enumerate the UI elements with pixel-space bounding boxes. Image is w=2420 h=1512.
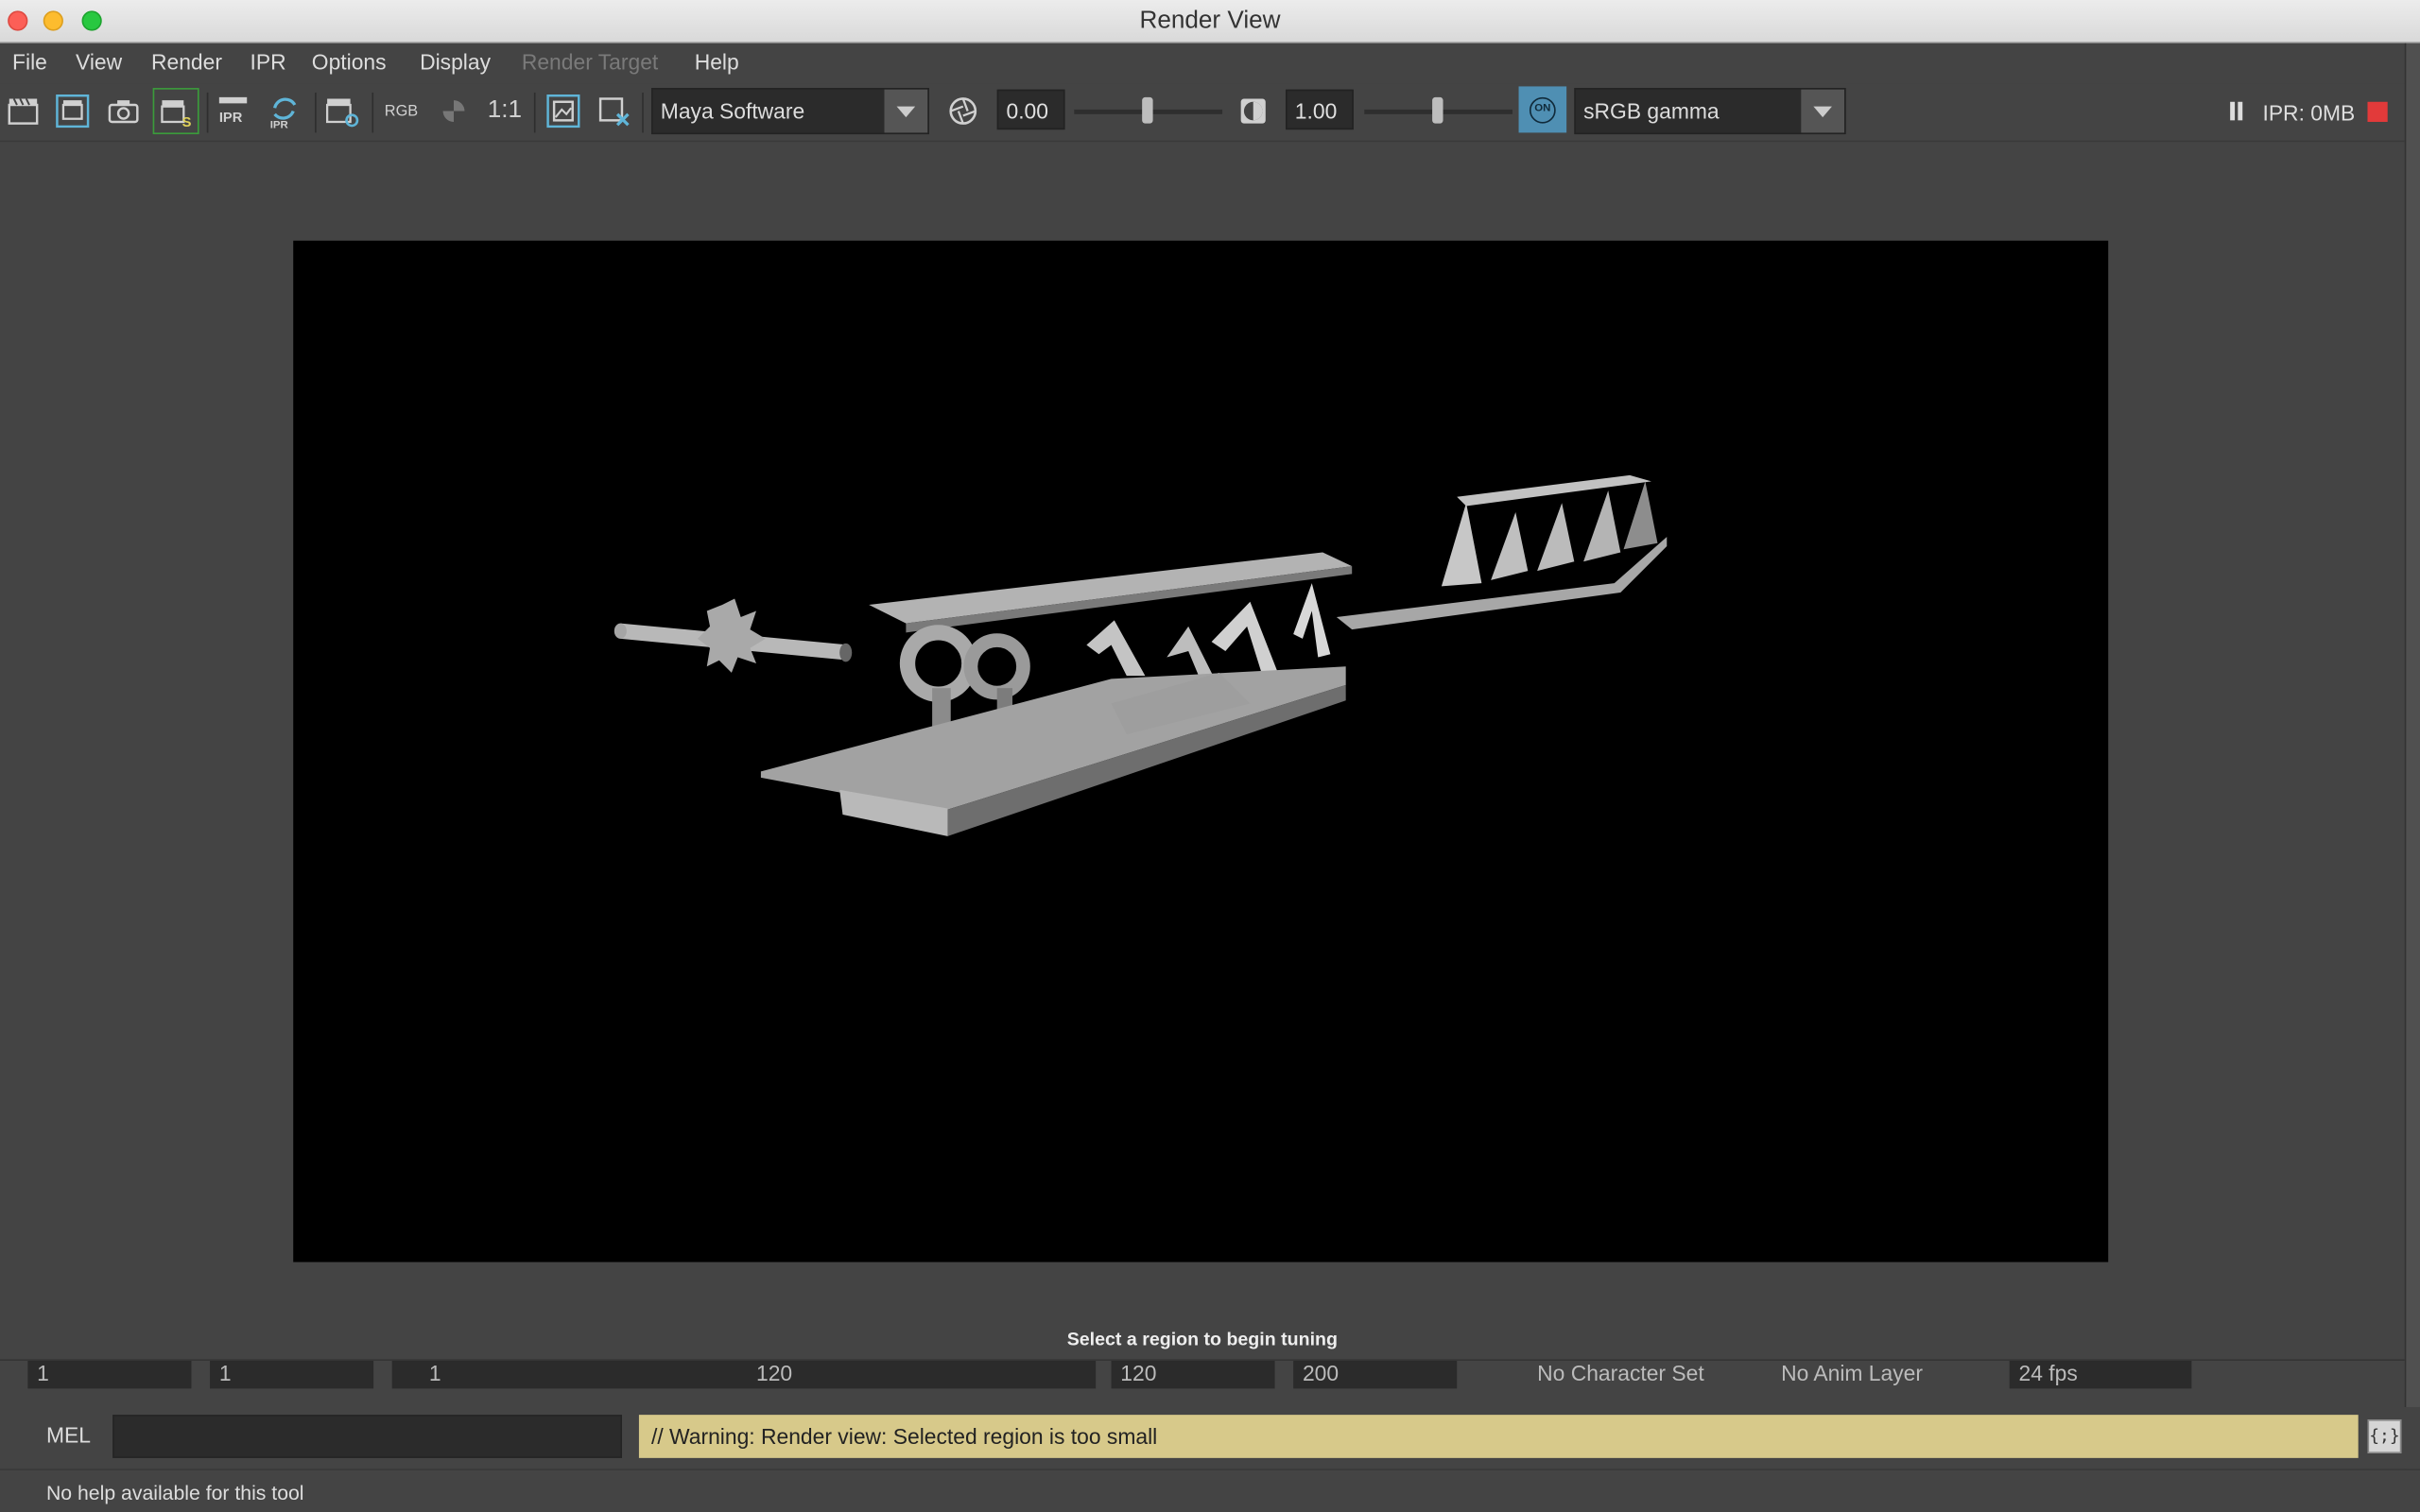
anim-end-field[interactable]: 200 <box>1293 1360 1458 1389</box>
gamma-slider-handle[interactable] <box>1432 96 1443 124</box>
toolbar-separator <box>372 92 374 133</box>
exposure-slider-handle[interactable] <box>1142 96 1153 124</box>
toolbar-separator <box>206 92 209 133</box>
toolbar-separator <box>533 92 536 133</box>
anim-layer-selector[interactable]: No Anim Layer <box>1781 1361 1923 1385</box>
chevron-down-icon[interactable] <box>1801 89 1845 133</box>
range-end-label: 120 <box>755 1360 793 1386</box>
alpha-channel-icon[interactable] <box>435 93 472 129</box>
menu-display[interactable]: Display <box>420 49 491 74</box>
toolbar-separator <box>642 92 644 133</box>
menu-render[interactable]: Render <box>151 49 222 74</box>
exposure-icon[interactable] <box>944 93 981 129</box>
start-time-field[interactable]: 1 <box>27 1360 192 1389</box>
render-settings-icon[interactable] <box>324 93 361 129</box>
gamma-icon[interactable] <box>1235 93 1271 129</box>
chevron-down-icon[interactable] <box>884 89 928 133</box>
menu-ipr[interactable]: IPR <box>250 49 285 74</box>
menu-file[interactable]: File <box>12 49 47 74</box>
color-management-on-icon: ON <box>1529 96 1556 124</box>
svg-text:IPR: IPR <box>270 120 288 130</box>
render-viewport: Select a region to begin tuning <box>0 142 2405 1361</box>
help-text: No help available for this tool <box>45 1481 304 1504</box>
remove-image-icon[interactable] <box>596 93 632 129</box>
command-result-warning: // Warning: Render view: Selected region… <box>638 1415 2359 1458</box>
time-range-row: 1 1 1 120 120 200 No Character Set No An… <box>0 1359 2405 1394</box>
gamma-field[interactable]: 1.00 <box>1285 89 1354 130</box>
menu-render-target[interactable]: Render Target <box>522 49 658 74</box>
ipr-render-icon[interactable]: IPR <box>215 93 251 129</box>
menu-bar: File View Render IPR Options Display Ren… <box>0 43 2405 84</box>
help-line: No help available for this tool <box>0 1469 2420 1512</box>
renderer-dropdown[interactable]: Maya Software <box>650 88 929 135</box>
current-time-field[interactable]: 1 <box>210 1360 374 1389</box>
real-size-button[interactable]: 1:1 <box>486 93 523 129</box>
pause-ipr-icon[interactable] <box>2229 101 2244 124</box>
range-slider[interactable]: 1 120 <box>391 1360 1097 1389</box>
svg-text:IPR: IPR <box>219 111 243 126</box>
view-transform-dropdown[interactable]: sRGB gamma <box>1574 88 1846 135</box>
end-time-field[interactable]: 120 <box>1111 1360 1275 1389</box>
fps-dropdown[interactable]: 24 fps <box>2009 1360 2192 1389</box>
redo-previous-render-icon[interactable] <box>5 93 42 129</box>
view-transform-value: sRGB gamma <box>1583 98 1720 124</box>
ipr-memory-label: IPR: 0MB <box>2262 100 2356 126</box>
svg-text:S: S <box>182 115 192 129</box>
viewport-hint: Select a region to begin tuning <box>1066 1328 1338 1350</box>
render-region-icon[interactable] <box>54 93 91 129</box>
renderer-value: Maya Software <box>660 98 805 124</box>
mel-language-toggle[interactable]: MEL <box>46 1422 91 1447</box>
stop-render-button[interactable] <box>2367 101 2388 122</box>
keep-image-icon[interactable] <box>544 93 581 129</box>
refresh-ipr-icon[interactable]: IPR <box>266 93 302 129</box>
menu-help[interactable]: Help <box>695 49 739 74</box>
exposure-field[interactable]: 0.00 <box>996 89 1065 130</box>
mel-command-input[interactable] <box>112 1415 622 1458</box>
toolbar-separator <box>315 92 317 133</box>
render-toolbar: S IPR IPR RGB 1:1 Maya Software 0.00 1.0… <box>0 83 2405 143</box>
command-line: MEL // Warning: Render view: Selected re… <box>0 1406 2420 1469</box>
title-bar: Render View <box>0 0 2420 43</box>
menu-view[interactable]: View <box>76 49 122 74</box>
character-set-selector[interactable]: No Character Set <box>1537 1361 1704 1385</box>
rendered-image[interactable] <box>293 240 2109 1263</box>
range-start-label: 1 <box>428 1360 441 1386</box>
script-editor-icon[interactable]: {;} <box>2367 1419 2402 1453</box>
color-management-toggle[interactable]: ON <box>1518 86 1567 133</box>
menu-options[interactable]: Options <box>312 49 387 74</box>
right-panel-edge[interactable] <box>2404 43 2420 1512</box>
rgb-channel-button[interactable]: RGB <box>383 93 420 129</box>
snapshot-camera-icon[interactable] <box>105 93 142 129</box>
window-title: Render View <box>1139 8 1281 34</box>
render-sequence-icon[interactable]: S <box>152 88 199 135</box>
